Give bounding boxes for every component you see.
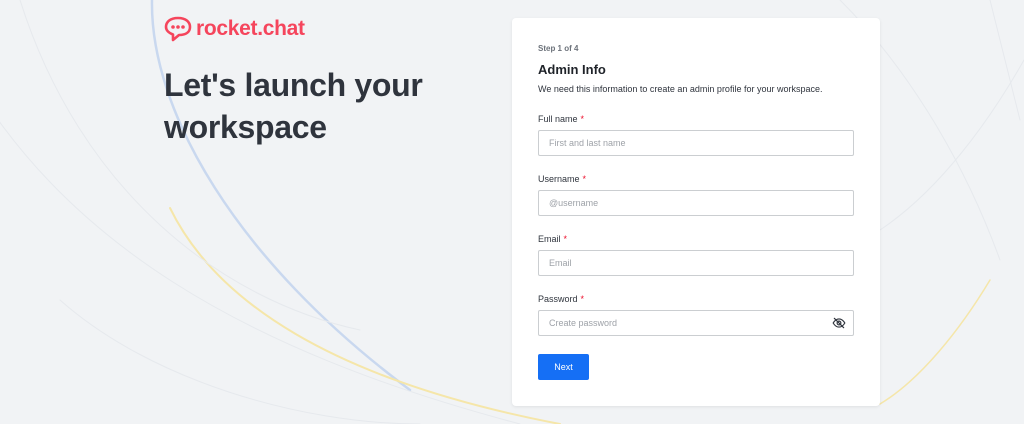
next-button[interactable]: Next [538, 354, 589, 380]
password-label: Password * [538, 294, 585, 304]
required-marker: * [580, 114, 585, 124]
brand-name: rocket.chat [196, 17, 305, 40]
password-wrapper [538, 310, 854, 336]
full-name-field: Full name * [538, 114, 854, 156]
email-label: Email * [538, 234, 568, 244]
full-name-label: Full name * [538, 114, 585, 124]
rocket-chat-bubble-icon [164, 16, 192, 42]
username-field: Username * [538, 174, 854, 216]
hero-headline: Let's launch your workspace [164, 67, 423, 145]
required-marker: * [582, 174, 587, 184]
eye-off-icon[interactable] [832, 316, 846, 330]
brand-logo: rocket.chat [164, 16, 305, 42]
form-description: We need this information to create an ad… [538, 84, 823, 94]
username-input[interactable] [538, 190, 854, 216]
password-field: Password * [538, 294, 854, 336]
username-label: Username * [538, 174, 587, 184]
required-marker: * [563, 234, 568, 244]
password-input[interactable] [538, 310, 854, 336]
required-marker: * [580, 294, 585, 304]
full-name-input[interactable] [538, 130, 854, 156]
email-field: Email * [538, 234, 854, 276]
form-title: Admin Info [538, 62, 606, 77]
admin-info-card: Step 1 of 4 Admin Info We need this info… [512, 18, 880, 406]
step-indicator: Step 1 of 4 [538, 44, 579, 53]
email-input[interactable] [538, 250, 854, 276]
